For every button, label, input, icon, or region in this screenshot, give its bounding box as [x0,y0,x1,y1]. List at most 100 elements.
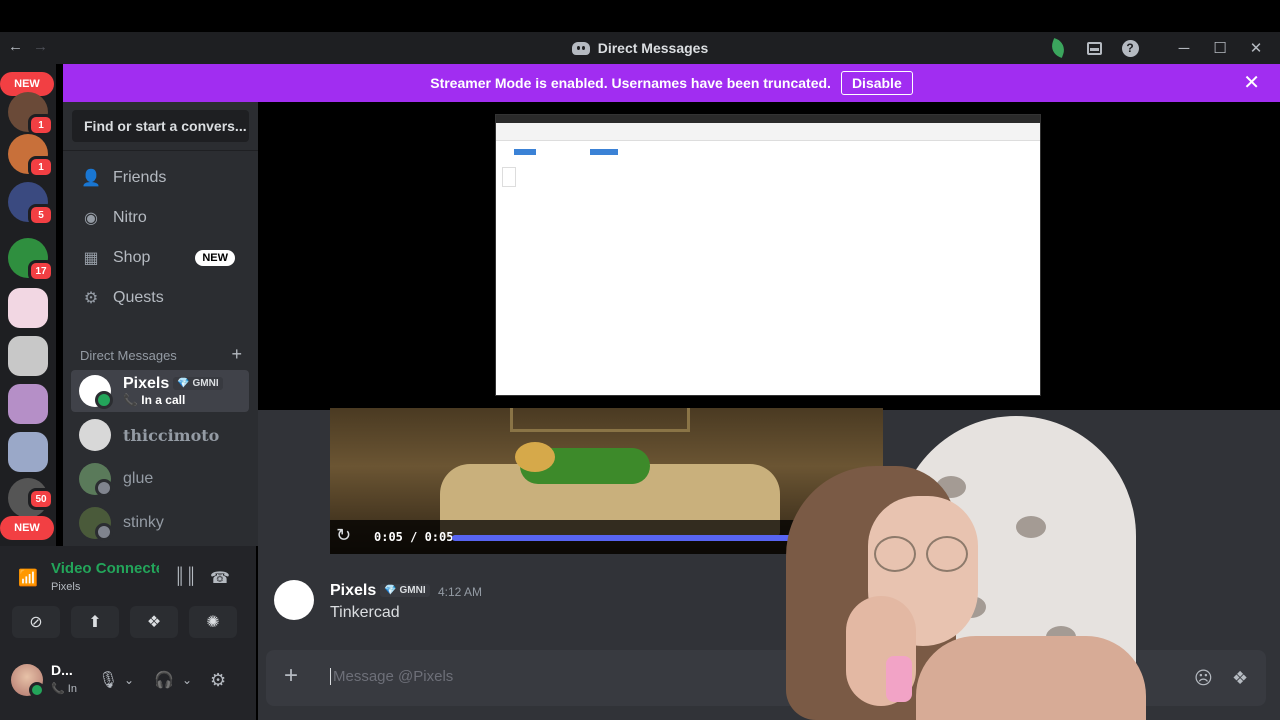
close-window-button[interactable]: ✕ [1238,32,1274,64]
banner-text: Streamer Mode is enabled. Usernames have… [430,75,831,91]
guild-icon-8[interactable] [8,432,48,472]
attach-plus-icon[interactable]: + [284,664,298,688]
guild-badge-1: 1 [28,114,54,136]
message-author[interactable]: Pixels 💎 GMNI [330,582,430,600]
message-avatar[interactable] [274,580,314,620]
webcam-glasses [874,536,974,572]
user-status-text: In [67,683,77,695]
friends-icon: 👤 [81,170,101,187]
disconnect-icon[interactable]: ☎ [210,568,230,588]
noise-suppression-icon[interactable]: ║║ [174,568,197,586]
soundboard-button[interactable]: ✺ [189,606,237,638]
message-input[interactable]: Message @Pixels [330,668,453,685]
guild-icon-3[interactable]: 5 [8,182,54,226]
title-actions: ? ─ ☐ ✕ [1040,32,1274,64]
create-dm-button[interactable]: + [231,345,242,363]
new-pill-bottom[interactable]: NEW [0,516,54,540]
guild-badge-9: 50 [28,488,54,510]
nav-shop[interactable]: ▦ Shop NEW [71,238,249,278]
nitro-leaf-button[interactable] [1040,32,1076,64]
find-conversation-input[interactable]: Find or start a convers... [72,110,249,142]
guild-icon-1[interactable]: 1 [8,92,54,136]
screen-blue-tab [514,149,536,155]
discord-icon [571,41,590,55]
screen-topstrip [496,115,1040,123]
headset-icon[interactable]: 🎧 [154,670,174,690]
video-time: 0:05 / 0:05 [374,530,454,544]
avatar [79,463,113,497]
avatar [79,507,113,541]
nitro-icon: ◉ [84,210,98,227]
guild-badge-3: 5 [28,204,54,226]
minimize-button[interactable]: ─ [1166,32,1202,64]
user-status: 📞 In [51,682,77,695]
guild-icon-2[interactable]: 1 [8,134,54,178]
message-text: Tinkercad [330,604,400,621]
webcam-overlay [756,416,1186,720]
replay-icon[interactable]: ↻ [336,525,351,546]
help-button[interactable]: ? [1112,32,1148,64]
emoji-icon[interactable]: ☹ [1194,668,1213,689]
forward-arrow-icon[interactable]: → [33,38,48,55]
top-black-bar [0,0,1280,32]
dm-sidebar: Find or start a convers... 👤 Friends ◉ N… [63,102,258,546]
activities-button[interactable]: ❖ [130,606,178,638]
video-progress-bar[interactable] [452,535,807,541]
quests-icon: ⚙ [83,290,99,307]
dm-status: In a call [141,393,186,407]
dm-item-thiccimoto[interactable]: thiccimoto [71,414,249,456]
screen-toolbar [496,123,1040,141]
offline-status-icon [95,523,113,541]
nav-nitro[interactable]: ◉ Nitro [71,198,249,238]
inbox-button[interactable] [1076,32,1112,64]
guild-icon-4[interactable]: 17 [8,238,54,282]
message-timestamp: 4:12 AM [438,585,483,599]
dm-name: Pixels [123,375,170,392]
apps-icon[interactable]: ❖ [1232,668,1248,689]
webcam-phone [886,656,912,702]
nav-shop-label: Shop [113,249,151,266]
dm-item-glue[interactable]: glue [71,458,249,500]
dm-name: thiccimoto [123,425,220,445]
guild-icon-9[interactable]: 50 [8,478,54,518]
message-author-name: Pixels [330,582,377,599]
user-panel: D... 📞 In 🎙 ⌄ 🎧 ⌄ ⚙ [0,650,256,720]
dm-header: Direct Messages + [80,345,242,363]
shop-icon: ▦ [83,250,99,267]
back-arrow-icon[interactable]: ← [8,38,23,55]
online-status-icon [95,391,113,409]
screenshare-tile[interactable] [495,114,1041,396]
signal-icon[interactable]: 📶 [18,568,38,588]
user-name: D... [51,662,73,678]
guild-badge-2: 1 [28,156,54,178]
avatar [79,419,111,451]
camera-off-button[interactable]: ⊘ [12,606,60,638]
screenshare-button[interactable]: ⬆ [71,606,119,638]
guild-icon-7[interactable] [8,384,48,424]
dm-item-pixels[interactable]: Pixels 💎 GMNI 📞 In a call [71,370,249,412]
voice-title: Video Connected [51,560,159,577]
leaf-icon [1048,38,1068,58]
guild-icon-5[interactable] [8,288,48,328]
nav-quests[interactable]: ⚙ Quests [71,278,249,318]
disable-button[interactable]: Disable [840,71,913,95]
nav-friends[interactable]: 👤 Friends [71,158,249,198]
user-avatar[interactable] [11,664,45,698]
dm-item-stinky[interactable]: stinky [71,502,249,544]
shop-new-tag: NEW [195,250,235,266]
screen-blue-button [590,149,618,155]
video-frame-decor [510,408,690,432]
dm-name: stinky [123,514,164,531]
voice-sub[interactable]: Pixels [51,581,80,593]
screen-side-panel [502,167,516,187]
maximize-button[interactable]: ☐ [1202,32,1238,64]
headset-chevron-icon[interactable]: ⌄ [182,673,192,687]
banner-close-icon[interactable]: ✕ [1243,73,1260,93]
microphone-icon[interactable]: 🎙 [98,670,118,690]
mic-chevron-icon[interactable]: ⌄ [124,673,134,687]
soundboard-icon: ✺ [206,614,220,631]
offline-status-icon [95,479,113,497]
help-icon: ? [1121,39,1139,57]
guild-icon-6[interactable] [8,336,48,376]
settings-gear-icon[interactable]: ⚙ [210,670,226,691]
